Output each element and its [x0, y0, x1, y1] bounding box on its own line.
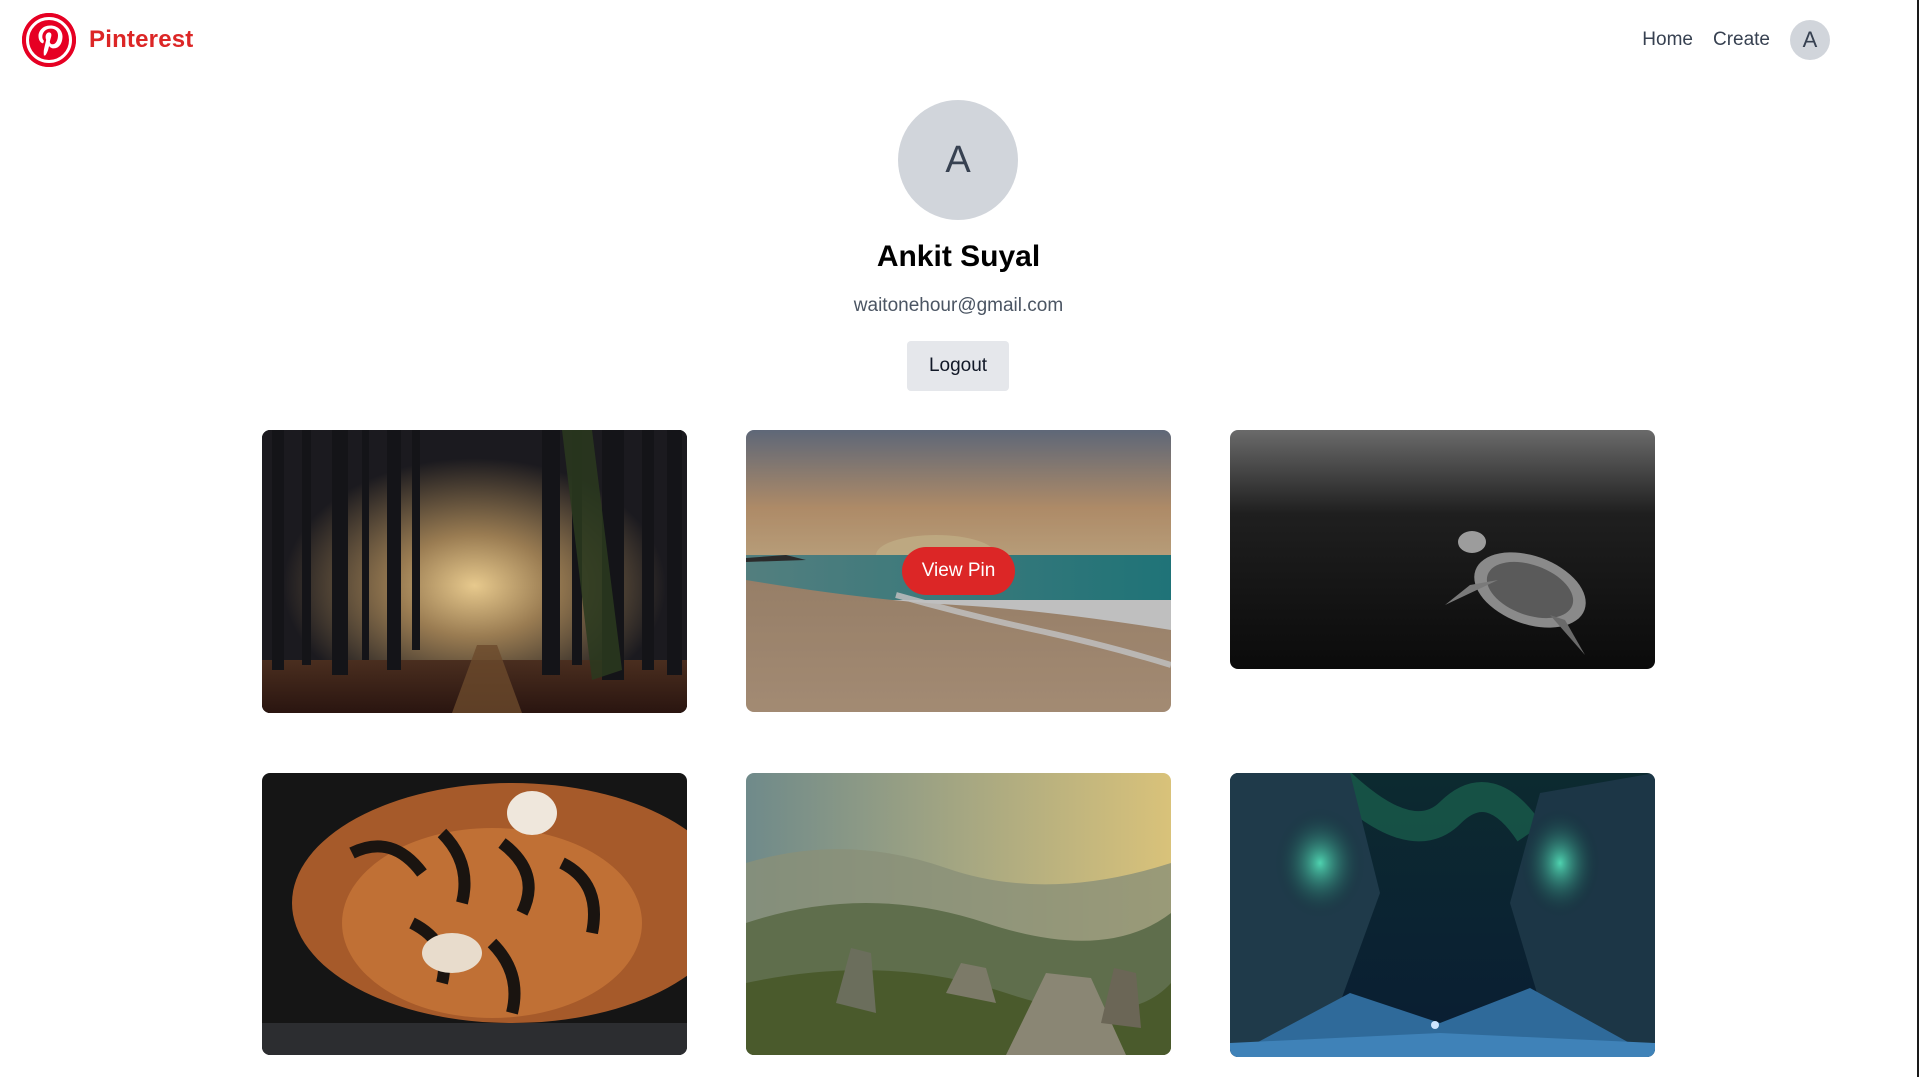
nav-avatar[interactable]: A	[1790, 20, 1830, 60]
pin-card-tiger[interactable]	[262, 773, 687, 1055]
nav-create-link[interactable]: Create	[1713, 29, 1770, 51]
pin-card-mountains[interactable]	[746, 773, 1171, 1055]
aurora-canyon-image	[1230, 773, 1655, 1057]
pin-card-turtle[interactable]	[1230, 430, 1655, 669]
profile-avatar: A	[898, 100, 1018, 220]
pin-card-aurora[interactable]	[1230, 773, 1655, 1057]
logout-button[interactable]: Logout	[907, 341, 1009, 391]
pinterest-logo-icon	[22, 13, 76, 67]
brand-logo-link[interactable]: Pinterest	[22, 13, 194, 67]
content-area: Pinterest Home Create A A Ankit Suyal wa…	[0, 0, 1917, 1077]
pin-card-beach[interactable]: View Pin	[746, 430, 1171, 712]
mountain-valley-image	[746, 773, 1171, 1055]
page: Pinterest Home Create A A Ankit Suyal wa…	[0, 0, 1919, 1077]
pin-card-forest[interactable]	[262, 430, 687, 713]
view-pin-button[interactable]: View Pin	[901, 547, 1016, 595]
profile-name: Ankit Suyal	[876, 240, 1041, 273]
nav-home-link[interactable]: Home	[1642, 29, 1693, 51]
profile-email: waitonehour@gmail.com	[853, 295, 1064, 316]
nav-links: Home Create A	[1622, 20, 1830, 60]
brand-name: Pinterest	[89, 26, 194, 53]
sea-turtle-image	[1230, 430, 1655, 669]
forest-image	[262, 430, 687, 713]
top-nav: Pinterest Home Create A	[0, 0, 1917, 80]
tiger-image	[262, 773, 687, 1055]
pin-hover-overlay: View Pin	[746, 430, 1171, 712]
